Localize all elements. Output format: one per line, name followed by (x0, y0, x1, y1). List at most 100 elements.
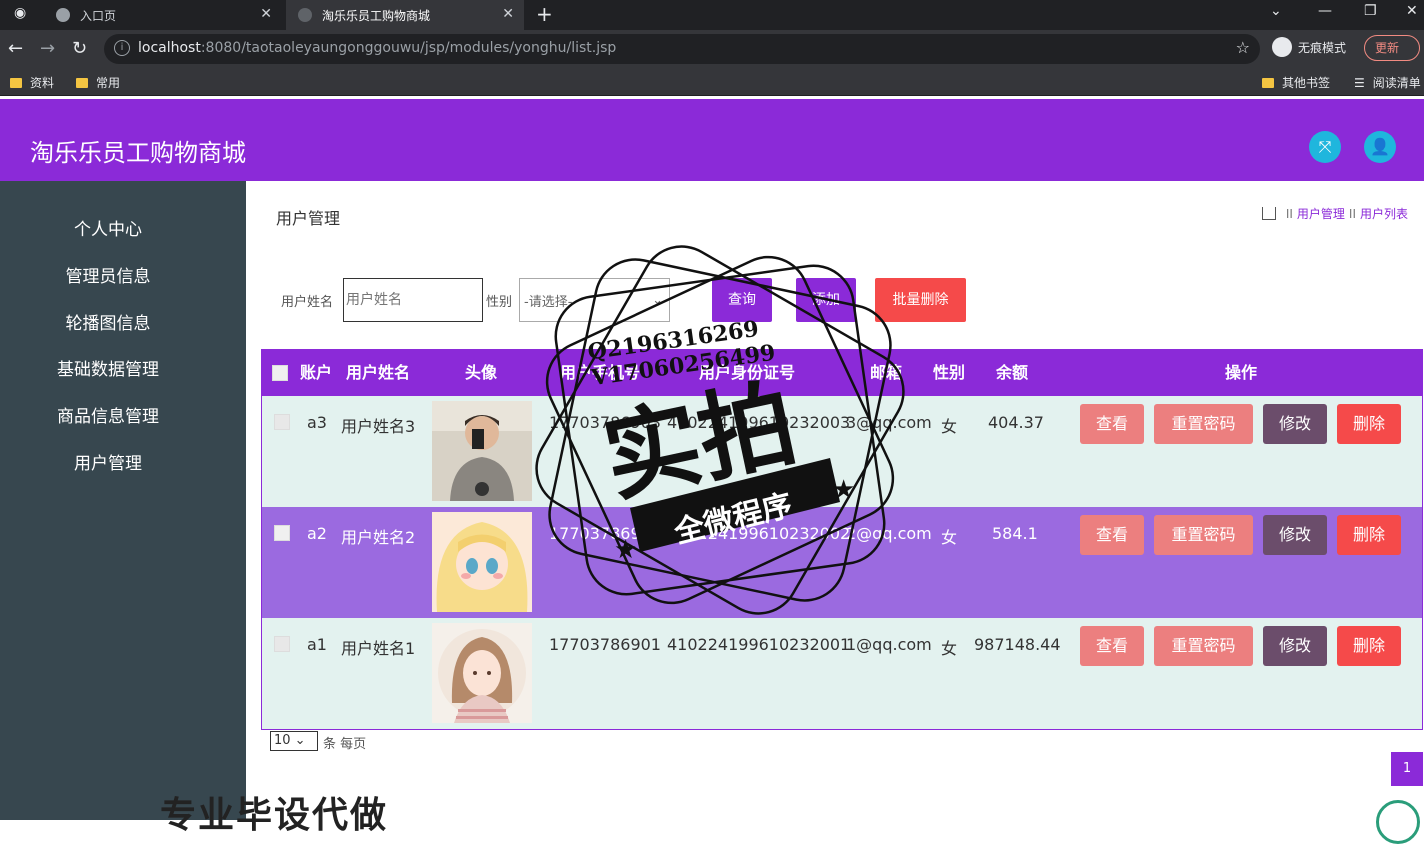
sidebar-item-basic-data[interactable]: 基础数据管理 (0, 355, 216, 380)
url-text[interactable]: localhost:8080/taotaoleyaungonggouwu/jsp… (138, 40, 616, 56)
tab-mall[interactable]: 淘乐乐员工购物商城 ✕ (286, 0, 524, 30)
reload-icon[interactable]: ↻ (72, 38, 87, 59)
cell-email: 3@qq.com (846, 413, 932, 432)
site-info-icon[interactable]: i (114, 40, 130, 56)
sidebar-item-users[interactable]: 用户管理 (0, 449, 216, 474)
row-checkbox[interactable] (274, 414, 290, 430)
col-account: 账户 (300, 363, 333, 382)
address-bar[interactable]: i localhost:8080/taotaoleyaungonggouwu/j… (104, 34, 1260, 64)
bookmark-folder[interactable]: 常用 (76, 74, 120, 91)
new-tab-icon[interactable]: + (536, 2, 553, 26)
folder-icon (76, 77, 88, 88)
cell-gender: 女 (941, 417, 958, 436)
view-button[interactable]: 查看 (1080, 515, 1144, 555)
col-phone: 用户手机号 (560, 363, 641, 382)
incognito-label: 无痕模式 (1298, 40, 1347, 55)
row-checkbox[interactable] (274, 525, 290, 541)
gender-label: 性别 (486, 295, 513, 310)
tab-search-icon[interactable]: ⌄ (1270, 3, 1282, 19)
folder-icon (1262, 77, 1274, 88)
cell-name: 用户姓名1 (341, 639, 416, 658)
cell-name: 用户姓名3 (341, 417, 416, 436)
name-label: 用户姓名 (281, 295, 334, 310)
sidebar-item-personal[interactable]: 个人中心 (0, 215, 216, 240)
tab-close-icon[interactable]: ✕ (260, 6, 272, 22)
breadcrumb-list[interactable]: 用户列表 (1360, 205, 1408, 222)
tab-entry[interactable]: 入口页 ✕ (44, 0, 282, 30)
breadcrumb: II 用户管理 II 用户列表 (1261, 205, 1408, 222)
tab-title: 淘乐乐员工购物商城 (322, 8, 431, 23)
bookmark-label: 资料 (30, 76, 55, 90)
close-window-icon[interactable]: ✕ (1406, 3, 1418, 19)
cell-balance: 584.1 (992, 524, 1038, 543)
bookmark-label: 常用 (96, 76, 121, 90)
sidebar-item-admin[interactable]: 管理员信息 (0, 262, 216, 287)
bookmark-label: 阅读清单 (1372, 76, 1421, 90)
cell-balance: 987148.44 (974, 635, 1061, 654)
pagination-page[interactable]: 1 (1391, 752, 1423, 786)
bookmarks-bar: 资料 常用 其他书签 ☰ 阅读清单 (0, 68, 1424, 96)
page-size-label: 条 每页 (323, 737, 367, 752)
reset-password-button[interactable]: 重置密码 (1154, 626, 1253, 666)
fullscreen-icon[interactable]: ⤧ (1309, 131, 1341, 163)
cell-phone: 17703786902 (549, 524, 661, 543)
avatar (432, 401, 532, 501)
site-title: 淘乐乐员工购物商城 (30, 139, 246, 167)
cell-gender: 女 (941, 528, 958, 547)
delete-button[interactable]: 删除 (1337, 515, 1401, 555)
tab-title: 入口页 (80, 8, 117, 23)
add-button[interactable]: 添加 (796, 278, 856, 322)
tab-close-icon[interactable]: ✕ (502, 6, 514, 22)
update-button[interactable]: 更新 (1364, 35, 1420, 61)
delete-button[interactable]: 删除 (1337, 626, 1401, 666)
edit-button[interactable]: 修改 (1263, 515, 1327, 555)
view-button[interactable]: 查看 (1080, 626, 1144, 666)
table-header: 账户 用户姓名 头像 用户手机号 用户身份证号 邮箱 性别 余额 操作 (262, 350, 1422, 396)
restore-icon[interactable]: ❐ (1364, 3, 1377, 19)
cell-account: a1 (307, 635, 327, 654)
forward-icon[interactable]: → (40, 38, 55, 59)
breadcrumb-users[interactable]: 用户管理 (1297, 205, 1345, 222)
query-button[interactable]: 查询 (712, 278, 772, 322)
bookmark-folder[interactable]: 其他书签 (1262, 74, 1330, 91)
view-button[interactable]: 查看 (1080, 404, 1144, 444)
globe-icon (56, 8, 70, 22)
minimize-icon[interactable]: — (1318, 3, 1332, 19)
reading-list[interactable]: ☰ 阅读清单 (1354, 74, 1421, 91)
sidebar-item-carousel[interactable]: 轮播图信息 (0, 309, 216, 334)
col-avatar: 头像 (465, 363, 498, 382)
browser-tab-strip: ◉ 入口页 ✕ 淘乐乐员工购物商城 ✕ + ⌄ — ❐ ✕ (0, 0, 1424, 30)
incognito-indicator[interactable]: 无痕模式 (1272, 37, 1346, 57)
folder-icon (10, 77, 22, 88)
chevron-down-icon: ⌄ (652, 292, 663, 308)
delete-button[interactable]: 删除 (1337, 404, 1401, 444)
edit-button[interactable]: 修改 (1263, 626, 1327, 666)
avatar (432, 512, 532, 612)
batch-delete-button[interactable]: 批量删除 (875, 278, 966, 322)
select-all-checkbox[interactable] (272, 365, 288, 381)
gender-select[interactable]: -请选择- ⌄ (519, 278, 670, 322)
gender-select-value: -请选择- (524, 294, 573, 310)
page-size-select[interactable]: 10 ⌄ (270, 731, 318, 751)
row-checkbox[interactable] (274, 636, 290, 652)
page-title: 用户管理 (276, 209, 341, 228)
sidebar-item-goods[interactable]: 商品信息管理 (0, 402, 216, 427)
cell-id-card: 410224199610232002 (667, 524, 851, 543)
cell-email: 2@qq.com (846, 524, 932, 543)
back-icon[interactable]: ← (8, 38, 23, 59)
reset-password-button[interactable]: 重置密码 (1154, 515, 1253, 555)
table-row: a2 用户姓名2 17703786902 410224199610232002 … (262, 507, 1422, 618)
bookmark-star-icon[interactable]: ☆ (1236, 38, 1250, 57)
name-search-input[interactable] (343, 278, 483, 322)
cell-name: 用户姓名2 (341, 528, 416, 547)
browser-menu-icon[interactable]: ◉ (14, 5, 26, 21)
edit-button[interactable]: 修改 (1263, 404, 1327, 444)
col-balance: 余额 (996, 363, 1029, 382)
reset-password-button[interactable]: 重置密码 (1154, 404, 1253, 444)
col-id-card: 用户身份证号 (699, 363, 796, 382)
user-icon[interactable]: 👤 (1364, 131, 1396, 163)
bookmark-folder[interactable]: 资料 (10, 74, 54, 91)
home-icon[interactable] (1261, 207, 1276, 220)
reading-list-icon: ☰ (1354, 75, 1365, 90)
cell-phone: 17703786903 (549, 413, 661, 432)
